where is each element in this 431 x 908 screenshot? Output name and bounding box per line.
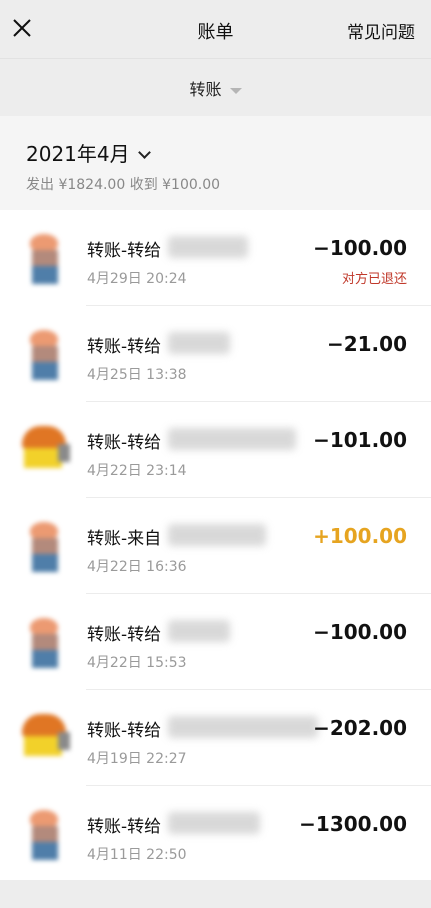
transaction-amount: −101.00 [313, 428, 407, 452]
transaction-title: 转账-转给 [87, 241, 162, 261]
type-filter-label: 转账 [189, 80, 222, 99]
bottom-area [0, 880, 431, 908]
redacted-name [168, 716, 318, 738]
transaction-amount: +100.00 [313, 524, 407, 548]
avatar [22, 426, 70, 480]
month-label: 2021年4月 [26, 142, 130, 166]
transaction-row[interactable]: 转账-转给 4月22日 23:14 −101.00 [0, 402, 431, 498]
redacted-name [168, 812, 260, 834]
avatar [22, 330, 70, 384]
transaction-title: 转账-转给 [87, 721, 162, 741]
top-bar: 账单 常见问题 [0, 0, 431, 58]
transaction-title: 转账-转给 [87, 817, 162, 837]
transaction-time: 4月22日 15:53 [87, 655, 187, 671]
type-filter-dropdown[interactable]: 转账 [0, 76, 431, 100]
transaction-title: 转账-转给 [87, 337, 162, 357]
chevron-down-icon [137, 146, 151, 159]
avatar [22, 714, 70, 768]
transaction-amount: −1300.00 [299, 812, 407, 836]
transaction-time: 4月22日 16:36 [87, 559, 187, 575]
redacted-name [168, 332, 230, 354]
transaction-row[interactable]: 转账-转给 4月22日 15:53 −100.00 [0, 594, 431, 690]
transaction-amount: −202.00 [313, 716, 407, 740]
transaction-time: 4月19日 22:27 [87, 751, 187, 767]
avatar [22, 234, 70, 288]
triangle-down-icon [229, 87, 242, 94]
faq-link[interactable]: 常见问题 [347, 18, 415, 43]
transaction-title: 转账-来自 [87, 529, 162, 549]
transaction-row[interactable]: 转账-转给 4月19日 22:27 −202.00 [0, 690, 431, 786]
month-selector[interactable]: 2021年4月 [26, 138, 151, 167]
transaction-status: 对方已退还 [341, 272, 407, 287]
transaction-list: 转账-转给 4月29日 20:24 −100.00 对方已退还 转账-转给 4月… [0, 210, 431, 880]
month-summary: 发出 ¥1824.00 收到 ¥100.00 [26, 177, 221, 193]
transaction-row[interactable]: 转账-转给 4月25日 13:38 −21.00 [0, 306, 431, 402]
avatar [22, 810, 70, 864]
transaction-time: 4月22日 23:14 [87, 463, 187, 479]
avatar [22, 522, 70, 576]
transaction-title: 转账-转给 [87, 433, 162, 453]
redacted-name [168, 236, 248, 258]
redacted-name [168, 428, 296, 450]
redacted-name [168, 524, 266, 546]
transaction-time: 4月25日 13:38 [87, 367, 187, 383]
transaction-row[interactable]: 转账-转给 4月29日 20:24 −100.00 对方已退还 [0, 210, 431, 306]
redacted-name [168, 620, 230, 642]
transaction-row[interactable]: 转账-转给 4月11日 22:50 −1300.00 [0, 786, 431, 882]
avatar [22, 618, 70, 672]
transaction-title: 转账-转给 [87, 625, 162, 645]
transaction-time: 4月11日 22:50 [87, 847, 187, 863]
transaction-amount: −100.00 [313, 620, 407, 644]
transaction-row[interactable]: 转账-来自 4月22日 16:36 +100.00 [0, 498, 431, 594]
transaction-time: 4月29日 20:24 [87, 271, 187, 287]
transaction-amount: −21.00 [326, 332, 407, 356]
month-header: 2021年4月 发出 ¥1824.00 收到 ¥100.00 [0, 116, 431, 210]
transaction-amount: −100.00 [313, 236, 407, 260]
filter-bar: 转账 [0, 58, 431, 116]
